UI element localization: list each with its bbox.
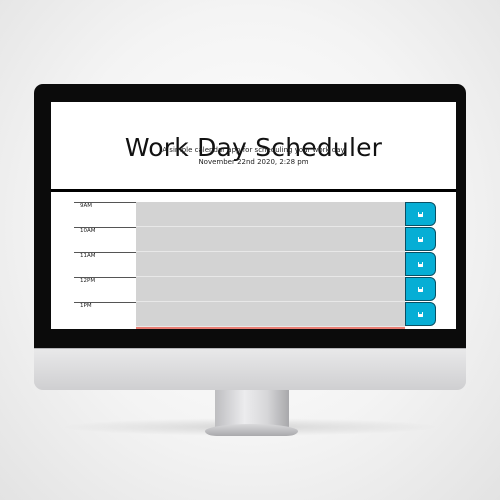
hour-label: 11AM — [74, 252, 137, 277]
save-icon — [418, 236, 423, 242]
hour-label: 9AM — [74, 202, 137, 227]
save-icon — [418, 311, 423, 317]
save-button[interactable] — [405, 227, 436, 251]
save-button[interactable] — [405, 252, 436, 276]
hour-label: 12PM — [74, 277, 137, 302]
save-icon — [418, 211, 423, 217]
time-block-10am: 10AM — [51, 227, 456, 252]
save-button[interactable] — [405, 277, 436, 301]
monitor-base — [205, 424, 298, 436]
header: Work Day Scheduler A simple calendar app… — [51, 102, 456, 188]
hour-text: 11AM — [80, 253, 96, 259]
hour-text: 1PM — [80, 303, 92, 309]
present-time-block-edge — [136, 327, 405, 329]
time-block-9am: 9AM — [51, 202, 456, 227]
hour-text: 9AM — [80, 203, 93, 209]
hour-text: 12PM — [80, 278, 96, 284]
event-description-input[interactable] — [136, 277, 405, 302]
subtitle: A simple calendar app for scheduling you… — [162, 146, 345, 154]
time-block-11am: 11AM — [51, 252, 456, 277]
event-description-input[interactable] — [136, 252, 405, 277]
hour-label: 10AM — [74, 227, 137, 252]
monitor-screen: Work Day Scheduler A simple calendar app… — [51, 102, 456, 329]
save-button[interactable] — [405, 302, 436, 326]
event-description-input[interactable] — [136, 227, 405, 252]
hour-label: 1PM — [74, 302, 137, 327]
hour-text: 10AM — [80, 228, 96, 234]
monitor-chin — [34, 348, 466, 390]
save-button[interactable] — [405, 202, 436, 226]
header-divider — [51, 189, 456, 192]
current-day: November 22nd 2020, 2:28 pm — [198, 158, 309, 166]
save-icon — [418, 286, 423, 292]
time-block-1pm: 1PM — [51, 302, 456, 327]
event-description-input[interactable] — [136, 302, 405, 327]
save-icon — [418, 261, 423, 267]
event-description-input[interactable] — [136, 202, 405, 227]
time-block-12pm: 12PM — [51, 277, 456, 302]
